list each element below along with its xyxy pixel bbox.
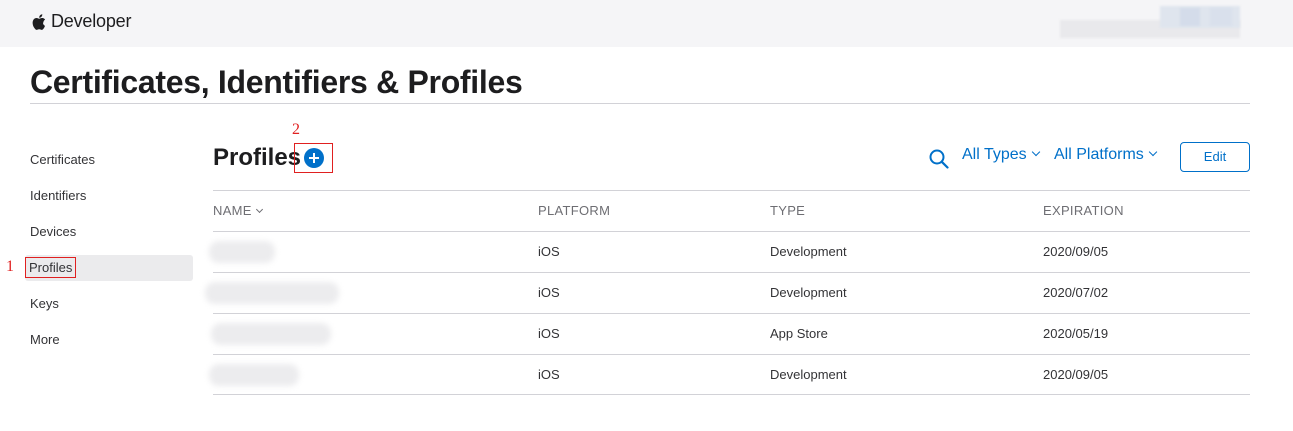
redacted-profile-name	[209, 364, 299, 386]
apple-logo-icon	[31, 13, 46, 31]
annotation-step-1: 1	[6, 258, 14, 275]
title-divider	[30, 103, 1250, 104]
column-header-label: NAME	[213, 203, 252, 218]
cell-expiration: 2020/07/02	[1043, 285, 1109, 300]
cell-expiration: 2020/09/05	[1043, 244, 1109, 259]
add-profile-button[interactable]	[304, 148, 324, 168]
redacted-profile-name	[205, 282, 339, 304]
column-header-expiration: EXPIRATION	[1043, 203, 1124, 218]
filter-platforms-dropdown[interactable]: All Platforms	[1054, 146, 1158, 164]
sidebar-item-certificates[interactable]: Certificates	[30, 142, 193, 178]
search-icon[interactable]	[929, 149, 949, 169]
chevron-down-icon	[255, 205, 263, 214]
cell-platform: iOS	[538, 326, 560, 341]
column-header-platform: PLATFORM	[538, 203, 611, 218]
cell-platform: iOS	[538, 285, 560, 300]
filter-platforms-label: All Platforms	[1054, 146, 1144, 163]
chevron-down-icon	[1148, 147, 1158, 157]
cell-type: App Store	[770, 326, 828, 341]
cell-type: Development	[770, 367, 847, 382]
redacted-profile-name	[209, 241, 275, 263]
cell-expiration: 2020/09/05	[1043, 367, 1109, 382]
cell-type: Development	[770, 244, 847, 259]
sidebar-item-label: Devices	[30, 224, 77, 239]
brand-link[interactable]: Developer	[31, 11, 131, 32]
chevron-down-icon	[1031, 147, 1040, 157]
sidebar-item-profiles[interactable]: Profiles	[25, 255, 193, 281]
edit-button[interactable]: Edit	[1180, 142, 1250, 172]
sidebar-item-identifiers[interactable]: Identifiers	[30, 178, 193, 214]
filter-types-label: All Types	[962, 146, 1027, 163]
table-row[interactable]: iOS Development 2020/09/05	[209, 231, 1250, 272]
cell-platform: iOS	[538, 244, 560, 259]
section-title: Profiles	[213, 144, 302, 171]
filter-types-dropdown[interactable]: All Types	[962, 146, 1040, 164]
redacted-profile-name	[211, 323, 331, 345]
sidebar-nav: Certificates Identifiers Devices Profile…	[25, 142, 193, 358]
cell-type: Development	[770, 285, 847, 300]
sidebar-item-more[interactable]: More	[30, 322, 193, 358]
profiles-table: NAME PLATFORM TYPE EXPIRATION iOS Develo…	[205, 190, 1250, 395]
table-header-row: NAME PLATFORM TYPE EXPIRATION	[213, 190, 1250, 231]
account-menu-redacted[interactable]	[1060, 6, 1240, 40]
sidebar-item-label: More	[30, 332, 60, 347]
table-row[interactable]: iOS Development 2020/07/02	[205, 272, 1250, 313]
sidebar-item-label: Profiles	[25, 257, 77, 278]
top-nav-bar: Developer	[0, 0, 1293, 47]
sidebar-item-label: Identifiers	[30, 188, 87, 203]
table-row[interactable]: iOS Development 2020/09/05	[209, 354, 1250, 395]
annotation-step-2: 2	[292, 121, 300, 138]
cell-platform: iOS	[538, 367, 560, 382]
brand-label: Developer	[51, 11, 132, 31]
column-header-name[interactable]: NAME	[213, 191, 263, 231]
sidebar-item-label: Keys	[30, 296, 59, 311]
column-header-type: TYPE	[770, 203, 806, 218]
cell-expiration: 2020/05/19	[1043, 326, 1109, 341]
table-row[interactable]: iOS App Store 2020/05/19	[211, 313, 1250, 354]
sidebar-item-label: Certificates	[30, 152, 96, 167]
page-title: Certificates, Identifiers & Profiles	[30, 64, 523, 100]
sidebar-item-keys[interactable]: Keys	[30, 286, 193, 322]
sidebar-item-devices[interactable]: Devices	[30, 214, 193, 250]
